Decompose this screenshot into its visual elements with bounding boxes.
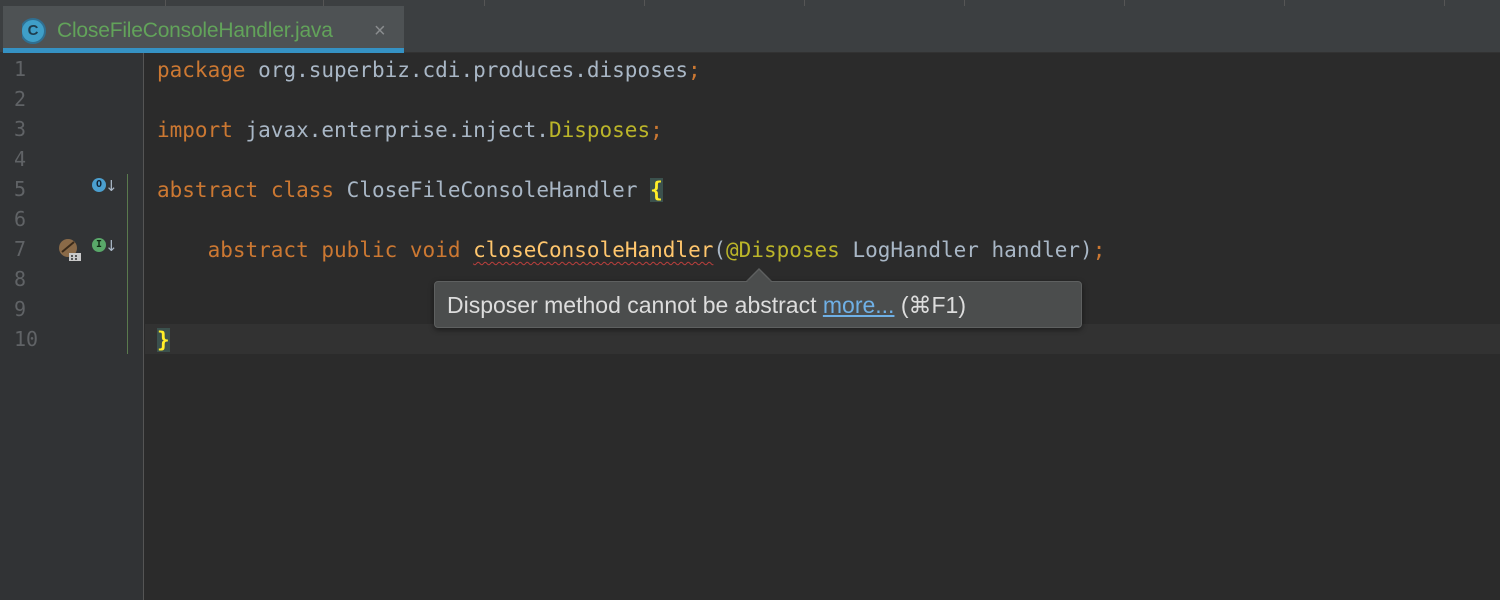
parameter: LogHandler handler) bbox=[839, 238, 1093, 262]
code-line-1: package org.superbiz.cdi.produces.dispos… bbox=[157, 55, 701, 85]
paren: ( bbox=[713, 238, 727, 262]
keyword: abstract bbox=[157, 178, 259, 202]
line-number: 9 bbox=[14, 297, 27, 321]
tab-separator bbox=[1284, 0, 1285, 6]
keyword: import bbox=[157, 118, 233, 142]
editor-tab-bar: C CloseFileConsoleHandler.java × bbox=[0, 0, 1500, 53]
keyword: void bbox=[409, 238, 461, 262]
line-number: 7 bbox=[14, 237, 27, 261]
semicolon: ; bbox=[688, 58, 701, 82]
tab-separator bbox=[644, 0, 645, 6]
keyword: abstract bbox=[207, 238, 309, 262]
java-class-icon: C bbox=[18, 18, 46, 44]
close-icon[interactable]: × bbox=[374, 20, 386, 43]
code-line-3: import javax.enterprise.inject.Disposes; bbox=[157, 115, 663, 145]
tab-separator bbox=[1444, 0, 1445, 6]
matched-brace: } bbox=[157, 328, 170, 352]
file-tab-active[interactable]: C CloseFileConsoleHandler.java × bbox=[3, 6, 404, 53]
package-name: org.superbiz.cdi.produces.disposes bbox=[245, 58, 689, 82]
tooltip-message: Disposer method cannot be abstract bbox=[447, 292, 823, 318]
line-number: 3 bbox=[14, 117, 27, 141]
editor-gutter[interactable]: 1 2 3 4 5 6 7 8 9 10 O ↓ I ↓ bbox=[0, 53, 144, 600]
matched-brace: { bbox=[650, 178, 663, 202]
semicolon: ; bbox=[650, 118, 663, 142]
tab-separator bbox=[1124, 0, 1125, 6]
tooltip-shortcut: (⌘F1) bbox=[894, 292, 967, 318]
fold-guide-line bbox=[127, 174, 128, 354]
arrow-down-icon[interactable]: ↓ bbox=[105, 177, 118, 195]
line-number: 1 bbox=[14, 57, 27, 81]
semicolon: ; bbox=[1092, 238, 1106, 262]
line-number: 5 bbox=[14, 177, 27, 201]
keyword: package bbox=[157, 58, 246, 82]
line-number: 6 bbox=[14, 207, 27, 231]
tab-file-name: CloseFileConsoleHandler.java bbox=[57, 19, 333, 42]
more-link[interactable]: more... bbox=[823, 292, 895, 318]
tab-separator bbox=[804, 0, 805, 6]
annotation: @Disposes bbox=[726, 238, 840, 262]
tooltip-arrow-fill bbox=[747, 270, 771, 282]
line-number: 2 bbox=[14, 87, 27, 111]
error-tooltip: Disposer method cannot be abstract more.… bbox=[434, 281, 1082, 328]
method-name-error[interactable]: closeConsoleHandler bbox=[473, 238, 713, 262]
cdi-bean-icon[interactable] bbox=[57, 237, 83, 263]
code-line-7: abstract public void closeConsoleHandler… bbox=[157, 235, 1106, 265]
caret-line-highlight bbox=[145, 324, 1500, 354]
keyword: class bbox=[270, 178, 335, 202]
keyword: public bbox=[321, 238, 398, 262]
class-name: CloseFileConsoleHandler bbox=[334, 178, 651, 202]
imported-class: Disposes bbox=[548, 118, 651, 142]
arrow-down-icon[interactable]: ↓ bbox=[105, 237, 118, 255]
tab-separator bbox=[484, 0, 485, 6]
overridden-method-icon[interactable]: O bbox=[92, 178, 106, 192]
import-path: javax.enterprise.inject. bbox=[232, 118, 549, 142]
line-number: 10 bbox=[14, 327, 39, 351]
line-number: 8 bbox=[14, 267, 27, 291]
code-line-10: } bbox=[157, 325, 170, 355]
line-number: 4 bbox=[14, 147, 27, 171]
code-line-5: abstract class CloseFileConsoleHandler { bbox=[157, 175, 663, 205]
tab-separator bbox=[964, 0, 965, 6]
implements-method-icon[interactable]: I bbox=[92, 238, 106, 252]
